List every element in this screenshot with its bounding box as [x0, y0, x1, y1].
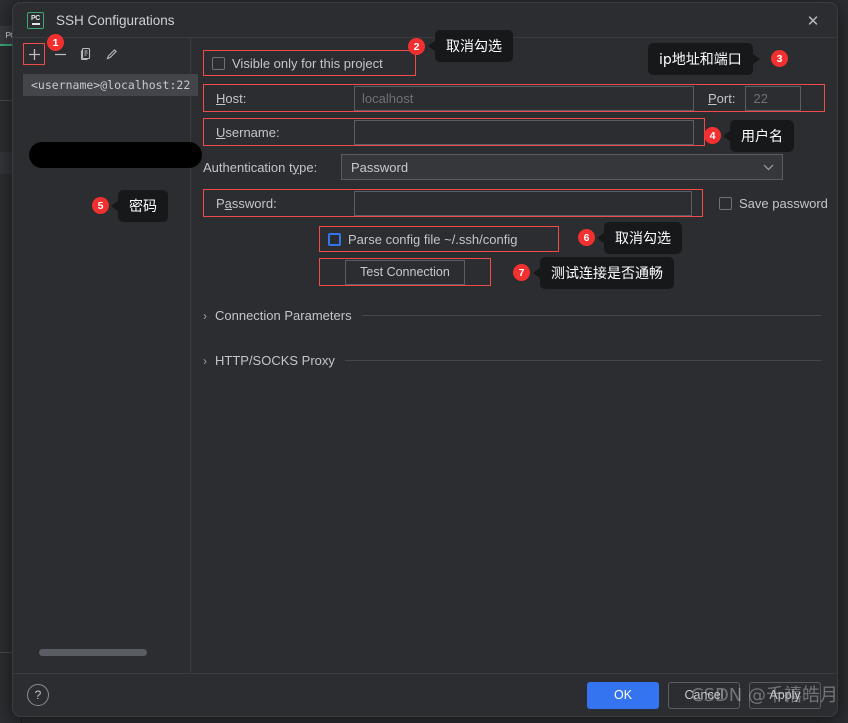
auth-type-value: Password: [351, 159, 409, 175]
annotation-tooltip-3: ip地址和端口: [648, 43, 760, 75]
dialog-titlebar: PC SSH Configurations ✕: [13, 3, 837, 38]
visible-only-checkbox-row[interactable]: Visible only for this project: [203, 50, 416, 76]
section-http-socks-proxy-label: HTTP/SOCKS Proxy: [215, 353, 335, 368]
dialog-footer: ? OK Cancel Apply: [13, 673, 837, 716]
test-connection-button[interactable]: Test Connection: [345, 259, 465, 285]
parse-config-label: Parse config file ~/.ssh/config: [348, 231, 518, 247]
test-connection-label: Test Connection: [360, 265, 450, 279]
username-row: Username:: [203, 118, 705, 146]
test-connection-row: Test Connection: [319, 258, 491, 286]
list-toolbar: [13, 38, 190, 70]
section-divider: [361, 315, 821, 316]
save-password-checkbox[interactable]: [719, 196, 732, 210]
ide-background-line-2: [0, 652, 12, 653]
section-http-socks-proxy[interactable]: › HTTP/SOCKS Proxy: [191, 353, 837, 368]
pycharm-pc-icon-text: PC: [30, 15, 41, 23]
pycharm-pc-icon-bar: [31, 23, 40, 25]
annotation-badge-5: 5: [92, 197, 109, 214]
annotation-tooltip-5: 密码: [111, 190, 168, 222]
annotation-badge-6: 6: [578, 229, 595, 246]
horizontal-scrollbar[interactable]: [39, 649, 147, 656]
ide-background-line: [0, 100, 12, 101]
list-item[interactable]: <username>@localhost:22: [23, 74, 198, 96]
page-title: SSH Configurations: [56, 12, 175, 28]
auth-type-select[interactable]: Password: [341, 154, 783, 180]
redaction-blob: [29, 142, 202, 168]
copy-button[interactable]: [75, 43, 97, 65]
annotation-badge-4: 4: [704, 127, 721, 144]
close-icon[interactable]: ✕: [801, 9, 825, 33]
username-input[interactable]: [354, 119, 694, 145]
username-label: Username:: [216, 124, 280, 140]
annotation-tooltip-2: 取消勾选: [428, 30, 513, 62]
screen: PC PC SSH Configurations ✕ <username>@lo…: [0, 0, 848, 723]
host-input[interactable]: localhost: [354, 85, 694, 111]
help-icon[interactable]: ?: [27, 684, 49, 706]
chevron-down-icon: [763, 164, 774, 170]
annotation-tooltip-4: 用户名: [723, 120, 794, 152]
visible-only-checkbox[interactable]: [212, 56, 225, 70]
section-divider: [344, 360, 821, 361]
annotation-badge-1: 1: [47, 34, 64, 51]
annotation-badge-3: 3: [771, 50, 788, 67]
parse-config-row[interactable]: Parse config file ~/.ssh/config: [319, 226, 559, 252]
auth-type-label: Authentication type:: [203, 159, 318, 175]
ssh-configurations-dialog: PC SSH Configurations ✕ <username>@local…: [12, 2, 838, 717]
apply-button[interactable]: Apply: [749, 681, 821, 709]
save-password-row[interactable]: Save password: [719, 196, 828, 211]
port-input[interactable]: 22: [745, 85, 802, 111]
list-item-label: <username>@localhost:22: [31, 78, 191, 92]
annotation-badge-7: 7: [513, 264, 530, 281]
save-password-label: Save password: [739, 195, 828, 211]
annotation-tooltip-7: 测试连接是否通畅: [533, 257, 674, 289]
pycharm-pc-icon: PC: [27, 11, 44, 29]
footer-buttons: OK Cancel Apply: [587, 681, 837, 709]
auth-type-row: Authentication type: Password: [191, 152, 837, 182]
annotation-badge-2: 2: [408, 38, 425, 55]
host-label: Host:: [216, 90, 247, 106]
section-connection-parameters[interactable]: › Connection Parameters: [191, 308, 837, 323]
chevron-right-icon: ›: [203, 308, 207, 323]
configurations-list-pane: <username>@localhost:22: [13, 38, 202, 674]
visible-only-checkbox-label: Visible only for this project: [232, 55, 383, 71]
password-row-wrapper: Password: Save password: [191, 188, 837, 218]
host-port-row: Host: localhost Port: 22: [203, 84, 825, 112]
password-label: Password:: [216, 195, 277, 211]
section-connection-parameters-label: Connection Parameters: [215, 308, 352, 323]
chevron-right-icon: ›: [203, 353, 207, 368]
annotation-tooltip-6: 取消勾选: [597, 222, 682, 254]
password-row: Password:: [203, 189, 703, 217]
parse-config-checkbox[interactable]: [328, 232, 341, 246]
ok-button[interactable]: OK: [587, 681, 659, 709]
add-button[interactable]: [23, 43, 45, 65]
port-label: Port:: [708, 90, 736, 106]
cancel-button[interactable]: Cancel: [668, 681, 740, 709]
password-input[interactable]: [354, 190, 692, 216]
edit-pencil-icon[interactable]: [101, 43, 123, 65]
